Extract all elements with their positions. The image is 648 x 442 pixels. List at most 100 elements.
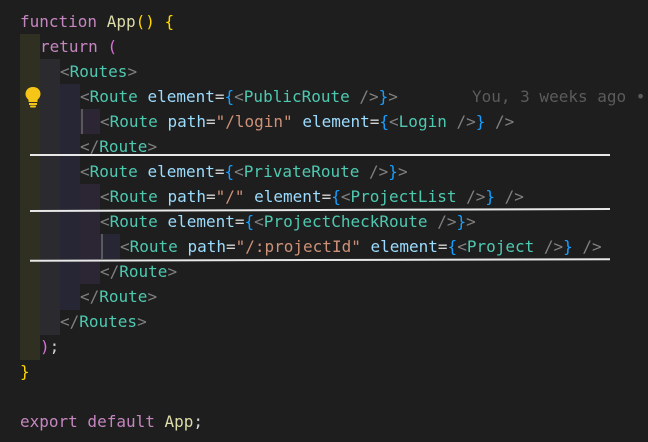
code-token: element <box>167 212 235 231</box>
code-token: </ <box>80 287 100 306</box>
code-token: /> <box>504 187 524 206</box>
code-token: </ <box>60 312 80 331</box>
code-token: = <box>234 212 245 231</box>
code-token: return <box>40 37 108 56</box>
code-token: = <box>321 187 332 206</box>
code-token: element <box>254 187 322 206</box>
code-token: /> <box>543 237 564 256</box>
code-line[interactable]: <Route path="/login" element={<Login />}… <box>0 109 648 134</box>
code-line[interactable]: </Route> <box>0 259 648 284</box>
code-token: > <box>137 312 147 331</box>
code-token: path <box>167 112 206 131</box>
code-token: /> <box>456 112 476 131</box>
code-line[interactable]: } <box>0 359 648 384</box>
code-token: } <box>456 212 467 231</box>
git-blame-annotation: You, 3 weeks ago • <box>472 87 646 106</box>
code-token: export default <box>20 412 165 431</box>
code-token: /> <box>359 87 379 106</box>
code-token: } <box>563 237 583 256</box>
code-token: { <box>379 112 390 131</box>
code-token: } <box>388 162 398 181</box>
code-token: Route <box>89 87 148 106</box>
code-editor[interactable]: function App() {return (<Routes> <Route e… <box>0 0 648 442</box>
code-token: Routes <box>69 62 128 81</box>
code-token: PublicRoute <box>243 87 360 106</box>
code-line[interactable]: ); <box>0 334 648 359</box>
code-text: export default App; <box>20 409 203 434</box>
lightbulb-icon[interactable] <box>24 86 42 108</box>
code-token: Route <box>109 212 168 231</box>
code-line[interactable]: <Route path="/" element={<ProjectList />… <box>0 184 648 209</box>
code-token: { <box>224 87 235 106</box>
code-token: < <box>80 162 90 181</box>
code-token: Route <box>109 112 168 131</box>
code-token: < <box>100 212 110 231</box>
code-token: < <box>60 62 70 81</box>
code-token: } <box>378 87 389 106</box>
code-line[interactable]: </Route> <box>0 284 648 309</box>
code-token: /> <box>369 162 389 181</box>
code-text: <Route path="/login" element={<Login />}… <box>100 109 514 134</box>
code-token: /> <box>437 212 457 231</box>
code-token: ( <box>107 37 118 56</box>
code-token: /> <box>466 187 486 206</box>
code-line[interactable]: <Route element={<ProjectCheckRoute />}> <box>0 209 648 234</box>
code-line[interactable]: <Route element={<PublicRoute />}> You, 3 … <box>0 84 648 109</box>
code-token: ProjectCheckRoute <box>263 212 438 231</box>
code-line[interactable]: function App() { <box>0 9 648 34</box>
annotation-line <box>30 154 610 156</box>
code-token: < <box>120 237 130 256</box>
code-token: < <box>389 112 399 131</box>
code-text: <Route element={<ProjectCheckRoute />}> <box>100 209 476 234</box>
code-token: = <box>214 162 225 181</box>
code-token: < <box>340 187 351 206</box>
code-token: ProjectList <box>350 187 467 206</box>
code-line[interactable]: <Routes> <box>0 59 648 84</box>
code-token: = <box>205 112 216 131</box>
code-token: < <box>254 212 264 231</box>
code-token: Routes <box>79 312 138 331</box>
code-token: Route <box>119 262 168 281</box>
code-token: element <box>302 112 370 131</box>
code-line[interactable]: return ( <box>0 34 648 59</box>
code-token: > <box>466 212 476 231</box>
code-text: </Routes> <box>60 309 147 334</box>
code-token: </ <box>100 262 120 281</box>
code-token: { <box>447 237 458 256</box>
code-token: < <box>100 187 110 206</box>
code-token: PrivateRoute <box>243 162 370 181</box>
code-token: = <box>214 87 225 106</box>
code-line[interactable] <box>0 384 648 409</box>
code-token: ; <box>193 412 204 431</box>
code-token: } <box>20 362 30 381</box>
code-line[interactable]: <Route element={<PrivateRoute />}> <box>0 159 648 184</box>
code-text: <Route path="/:projectId" element={<Proj… <box>120 234 602 259</box>
code-token: Route <box>109 187 168 206</box>
code-token: Login <box>398 112 457 131</box>
code-line[interactable]: export default App; <box>0 409 648 434</box>
code-line[interactable]: <Route path="/:projectId" element={<Proj… <box>0 234 648 259</box>
code-token: = <box>369 112 380 131</box>
code-line[interactable]: </Routes> <box>0 309 648 334</box>
code-token: < <box>80 87 90 106</box>
code-token: { <box>224 162 235 181</box>
code-token: = <box>225 237 236 256</box>
code-token: { <box>244 212 255 231</box>
code-token: > <box>388 87 398 106</box>
code-text: </Route> <box>100 259 177 284</box>
code-token: > <box>167 262 178 281</box>
code-token: Project <box>466 237 544 256</box>
code-token: > <box>397 162 408 181</box>
code-token: /> <box>582 237 602 256</box>
code-token: App <box>164 412 194 431</box>
code-token: Route <box>89 162 148 181</box>
code-text: <Route element={<PublicRoute />}> <box>80 84 398 109</box>
code-text: </Route> <box>80 284 157 309</box>
code-token: ; <box>49 337 60 356</box>
code-token: function <box>20 12 107 31</box>
code-token: { <box>164 12 175 31</box>
code-token: App <box>106 12 136 31</box>
code-text: <Route path="/" element={<ProjectList />… <box>100 184 524 209</box>
code-token: < <box>234 87 244 106</box>
